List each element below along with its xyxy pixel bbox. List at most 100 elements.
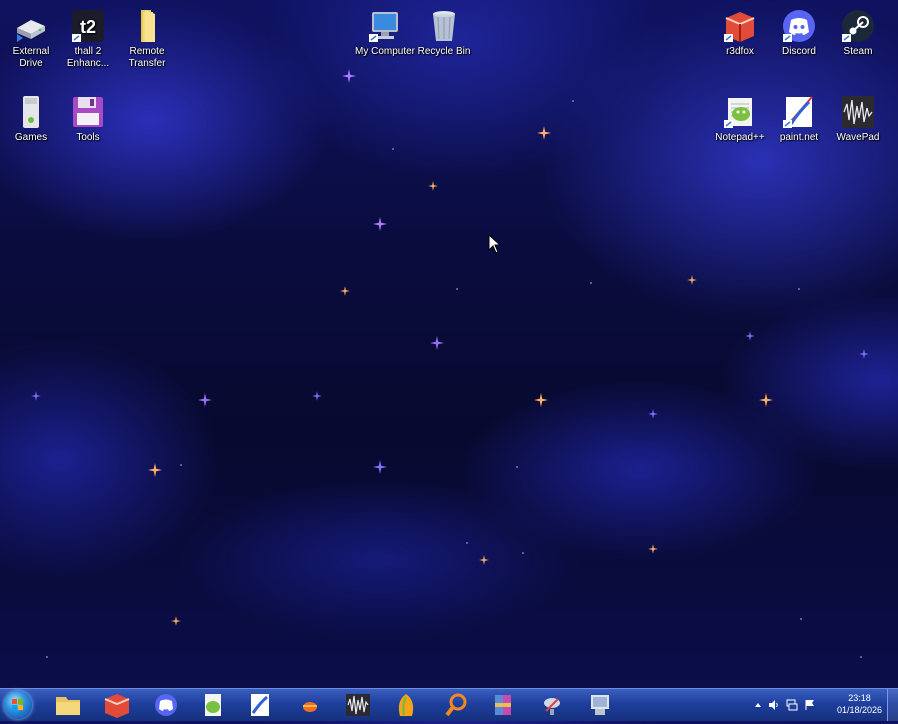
- r3dfox-icon: [722, 8, 758, 44]
- system-tray: 23:18 01/18/2026: [748, 689, 898, 721]
- clock[interactable]: 23:18 01/18/2026: [837, 692, 882, 716]
- icon-label: thall 2 Enhanc...: [66, 46, 110, 69]
- star-decoration: [198, 393, 212, 407]
- icon-label: Remote Transfer: [128, 46, 166, 69]
- icon-label: External Drive: [12, 46, 50, 69]
- taskbar-wavepad[interactable]: [338, 691, 378, 719]
- taskbar-search-tool[interactable]: [436, 691, 476, 719]
- floppy-disk-icon: [70, 94, 106, 130]
- file-explorer-icon: [56, 697, 80, 715]
- desktop-icon-paint-net[interactable]: paint.net: [768, 94, 830, 144]
- icon-label: Recycle Bin: [417, 46, 471, 57]
- star-decoration: [534, 393, 548, 407]
- clock-date: 01/18/2026: [836, 705, 882, 715]
- star-decoration: [687, 275, 697, 285]
- taskbar-file-explorer[interactable]: [48, 691, 88, 719]
- wavepad-icon: [346, 694, 370, 716]
- taskbar-discord[interactable]: [146, 691, 186, 719]
- desktop-icon-thall2[interactable]: t2 thall 2 Enhanc...: [57, 8, 119, 70]
- star-decoration: [648, 409, 658, 419]
- star-dot: [798, 288, 800, 290]
- show-hidden-icons-icon[interactable]: [752, 699, 764, 711]
- icon-label: paint.net: [779, 132, 819, 143]
- wavepad-icon: [840, 94, 876, 130]
- windows-start-orb-icon[interactable]: [4, 691, 32, 719]
- device-manager-icon: [591, 695, 609, 715]
- star-decoration: [171, 616, 181, 626]
- star-decoration: [31, 391, 41, 401]
- icon-label: Steam: [843, 46, 873, 57]
- icon-label: Games: [14, 132, 48, 143]
- star-decoration: [430, 336, 444, 350]
- taskbar-satellite-app[interactable]: [532, 691, 572, 719]
- satellite-app-icon: [544, 698, 560, 715]
- discord-icon: [781, 8, 817, 44]
- external-drive-icon: [13, 8, 49, 44]
- icon-label: Notepad++: [715, 132, 765, 143]
- desktop-icon-remote-transfer[interactable]: Remote Transfer: [116, 8, 178, 70]
- desktop-icon-my-computer[interactable]: My Computer: [354, 8, 416, 58]
- star-dot: [572, 100, 574, 102]
- desktop-icon-steam[interactable]: Steam: [827, 8, 889, 58]
- icon-label: Discord: [782, 46, 816, 57]
- computer-icon: [367, 8, 403, 44]
- star-dot: [46, 656, 48, 658]
- star-dot: [800, 618, 802, 620]
- desktop-icon-games[interactable]: Games: [0, 94, 62, 144]
- taskbar-paint-net[interactable]: [240, 691, 280, 719]
- desktop[interactable]: External Drive t2 thall 2 Enhanc... Remo…: [0, 0, 898, 688]
- notepad-plus-plus-icon: [205, 694, 221, 716]
- star-decoration: [340, 286, 350, 296]
- taskbar-notepad-plus-plus[interactable]: [193, 691, 233, 719]
- taskbar-device-manager[interactable]: [580, 691, 620, 719]
- desktop-icon-tools[interactable]: Tools: [57, 94, 119, 144]
- star-decoration: [428, 181, 438, 191]
- star-decoration: [537, 126, 551, 140]
- star-decoration: [859, 349, 869, 359]
- paint-net-icon: [251, 694, 269, 716]
- star-decoration: [342, 69, 356, 83]
- notepad-plus-plus-icon: [722, 94, 758, 130]
- desktop-icon-recycle-bin[interactable]: Recycle Bin: [413, 8, 475, 58]
- games-icon: [13, 94, 49, 130]
- taskbar-orange-app[interactable]: [290, 691, 330, 719]
- icon-label: r3dfox: [726, 46, 754, 57]
- star-dot: [466, 542, 468, 544]
- star-dot: [516, 466, 518, 468]
- star-decoration: [373, 460, 387, 474]
- star-decoration: [312, 391, 322, 401]
- fl-studio-icon: [398, 694, 414, 716]
- volume-icon[interactable]: [768, 699, 780, 711]
- star-decoration: [148, 463, 162, 477]
- desktop-icon-external-drive[interactable]: External Drive: [0, 8, 62, 70]
- star-decoration: [648, 544, 658, 554]
- network-icon[interactable]: [786, 699, 798, 711]
- taskbar: 23:18 01/18/2026: [0, 688, 898, 721]
- star-decoration: [759, 393, 773, 407]
- action-center-flag-icon[interactable]: [804, 699, 816, 711]
- steam-icon: [840, 8, 876, 44]
- mouse-cursor-icon: [488, 234, 502, 254]
- star-decoration: [479, 555, 489, 565]
- star-dot: [180, 464, 182, 466]
- desktop-icon-wavepad[interactable]: WavePad: [827, 94, 889, 144]
- star-dot: [392, 148, 394, 150]
- folder-icon: [129, 8, 165, 44]
- taskbar-winrar[interactable]: [484, 691, 524, 719]
- taskbar-r3dfox[interactable]: [97, 691, 137, 719]
- star-dot: [860, 656, 862, 658]
- star-dot: [522, 552, 524, 554]
- clock-time: 23:18: [848, 693, 871, 703]
- show-desktop-button[interactable]: [887, 689, 898, 721]
- star-dot: [590, 282, 592, 284]
- star-decoration: [745, 331, 755, 341]
- r3dfox-icon: [104, 694, 130, 718]
- desktop-icon-r3dfox[interactable]: r3dfox: [709, 8, 771, 58]
- winrar-icon: [495, 695, 511, 715]
- taskbar-fl-studio[interactable]: [386, 691, 426, 719]
- svg-text:t2: t2: [80, 17, 96, 37]
- icon-label: WavePad: [836, 132, 880, 143]
- search-tool-icon: [445, 693, 467, 717]
- desktop-icon-notepad-plus-plus[interactable]: Notepad++: [709, 94, 771, 144]
- desktop-icon-discord[interactable]: Discord: [768, 8, 830, 58]
